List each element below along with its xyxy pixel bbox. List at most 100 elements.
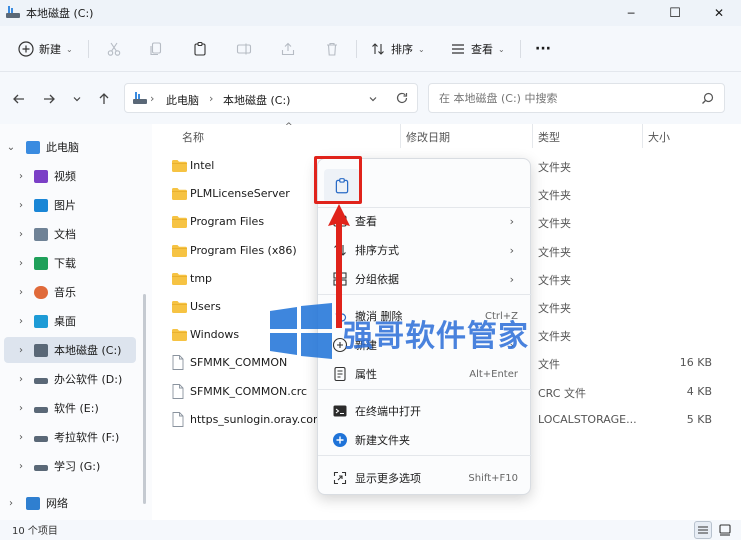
view-button[interactable]: 查看 ⌄ [450,36,505,62]
folder-icon [172,329,187,342]
chevron-right-icon: › [509,214,514,228]
drive-icon [34,465,48,471]
sidebar-item-this-pc[interactable]: ⌄ 此电脑 [0,134,146,160]
column-modified[interactable]: 修改日期 [406,129,450,145]
navigation-pane: ⌄ 此电脑 › 视频 › 图片 › 文档 › 下载 › 音乐 › 桌面 › 本地… [0,124,152,520]
forward-button[interactable] [40,90,58,108]
sidebar-item-downloads[interactable]: › 下载 [0,250,146,276]
chevron-right-icon[interactable]: › [16,229,26,240]
divider [88,40,89,58]
back-button[interactable] [10,90,28,108]
menu-item[interactable]: 分组依据 › [324,265,526,293]
window-title: 本地磁盘 (C:) [26,7,94,20]
menu-item[interactable]: 属性 Alt+Enter [324,360,526,388]
file-type: CRC 文件 [538,386,586,400]
delete-button[interactable] [324,36,340,62]
menu-item-shortcut: Shift+F10 [468,472,518,484]
more-button[interactable]: ··· [535,36,551,62]
chevron-right-icon[interactable]: › [16,432,26,443]
chevron-right-icon[interactable]: › [16,287,26,298]
more-icon: ··· [535,41,551,57]
download-icon [34,256,48,270]
address-row: › 此电脑 › 本地磁盘 (C:) [0,72,741,124]
drive-icon [34,343,48,357]
breadcrumb-this-pc[interactable]: 此电脑 [166,92,199,108]
sidebar-item-drive-d[interactable]: › 办公软件 (D:) [0,366,146,392]
address-bar[interactable]: › 此电脑 › 本地磁盘 (C:) [124,83,418,113]
sidebar-item-label: 视频 [54,170,76,183]
sidebar-item-drive-f[interactable]: › 考拉软件 (F:) [0,424,146,450]
search-box[interactable] [428,83,725,113]
arrow-right-icon [44,94,55,104]
maximize-button[interactable]: ☐ [653,0,697,26]
file-type: 文件 [538,358,560,372]
column-name[interactable]: 名称 [182,129,204,145]
chevron-down-icon[interactable]: ⌄ [6,142,16,153]
tiles-view-button[interactable] [716,521,734,539]
column-divider[interactable] [400,124,401,148]
recent-button[interactable] [68,90,86,108]
sidebar-item-local-disk-c[interactable]: › 本地磁盘 (C:) [4,337,136,363]
chevron-right-icon[interactable]: › [16,403,26,414]
sidebar-item-pictures[interactable]: › 图片 [0,192,146,218]
sidebar-item-music[interactable]: › 音乐 [0,279,146,305]
chevron-right-icon[interactable]: › [16,258,26,269]
sidebar-scrollbar[interactable] [143,294,146,504]
search-input[interactable] [439,90,689,106]
file-name: Windows [190,328,240,342]
share-button[interactable] [280,36,296,62]
column-type[interactable]: 类型 [538,129,560,145]
chevron-right-icon[interactable]: › [16,461,26,472]
column-divider[interactable] [642,124,643,148]
file-name: SFMMK_COMMON.crc [190,384,308,398]
sidebar-item-videos[interactable]: › 视频 [0,163,146,189]
chevron-right-icon[interactable]: › [16,316,26,327]
folder-icon [172,244,187,257]
close-button[interactable]: ✕ [697,0,741,26]
view-label: 查看 [471,43,493,56]
copy-button[interactable] [148,36,164,62]
sidebar-item-drive-e[interactable]: › 软件 (E:) [0,395,146,421]
chevron-right-icon[interactable]: › [16,171,26,182]
new-button[interactable]: 新建 ⌄ [18,36,73,62]
menu-item[interactable]: 新建文件夹 [324,426,526,454]
up-button[interactable] [95,90,113,108]
sidebar-item-documents[interactable]: › 文档 [0,221,146,247]
breadcrumb-separator: › [209,92,214,105]
sidebar-item-label: 图片 [54,199,76,212]
plus-circle-icon [18,41,34,57]
cut-button[interactable] [106,36,122,62]
chevron-right-icon[interactable]: › [6,498,16,509]
details-view-button[interactable] [694,521,712,539]
rename-button[interactable] [236,36,252,62]
paste-button[interactable] [192,36,208,62]
sidebar-item-network[interactable]: › 网络 [0,490,146,516]
chevron-right-icon: › [509,272,514,286]
sort-button[interactable]: 排序 ⌄ [370,36,425,62]
file-name: Users [190,300,221,313]
column-size[interactable]: 大小 [648,129,670,145]
folder-icon [172,301,187,313]
sidebar-item-drive-g[interactable]: › 学习 (G:) [0,453,146,479]
drive-icon [133,92,147,104]
breadcrumb-local-disk[interactable]: 本地磁盘 (C:) [223,92,290,108]
title-bar: 本地磁盘 (C:) ─ ☐ ✕ [0,0,741,26]
menu-item[interactable]: 显示更多选项 Shift+F10 [324,464,526,492]
file-icon [172,355,184,371]
network-icon [26,496,40,510]
video-icon [34,169,48,183]
minimize-button[interactable]: ─ [609,0,653,26]
chevron-right-icon[interactable]: › [16,374,26,385]
chevron-right-icon[interactable]: › [16,200,26,211]
column-divider[interactable] [532,124,533,148]
refresh-icon[interactable] [395,91,409,105]
sort-up-icon: ^ [285,122,293,132]
menu-item[interactable]: 排序方式 › [324,236,526,264]
chevron-down-icon[interactable] [368,94,378,104]
chevron-right-icon[interactable]: › [16,345,26,356]
chevron-down-icon: ⌄ [418,44,425,54]
sidebar-item-desktop[interactable]: › 桌面 [0,308,146,334]
more-options-icon [332,470,348,486]
menu-item[interactable]: 查看 › [324,207,526,235]
menu-item[interactable]: 在终端中打开 [324,397,526,425]
